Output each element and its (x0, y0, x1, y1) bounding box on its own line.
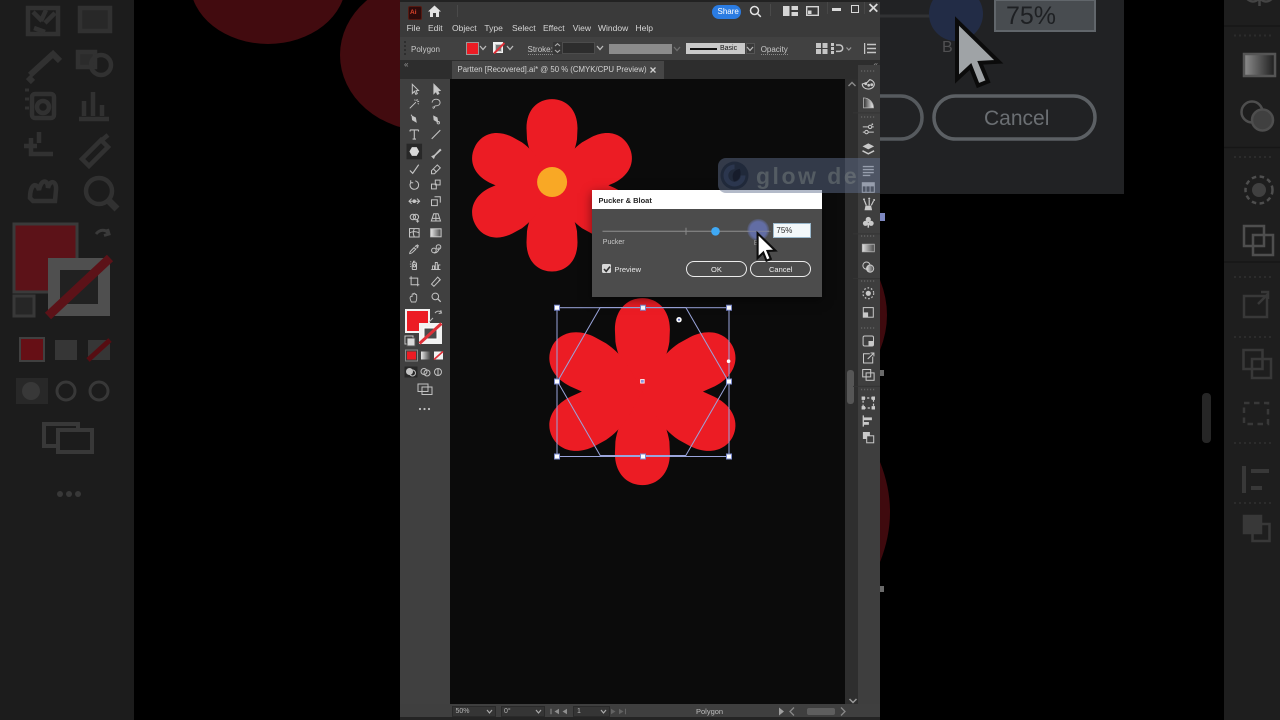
svg-text:B: B (942, 39, 953, 56)
svg-text:Cancel: Cancel (984, 107, 1049, 130)
svg-text:glow de: glow de (756, 163, 859, 189)
svg-text:75%: 75% (1006, 2, 1056, 30)
